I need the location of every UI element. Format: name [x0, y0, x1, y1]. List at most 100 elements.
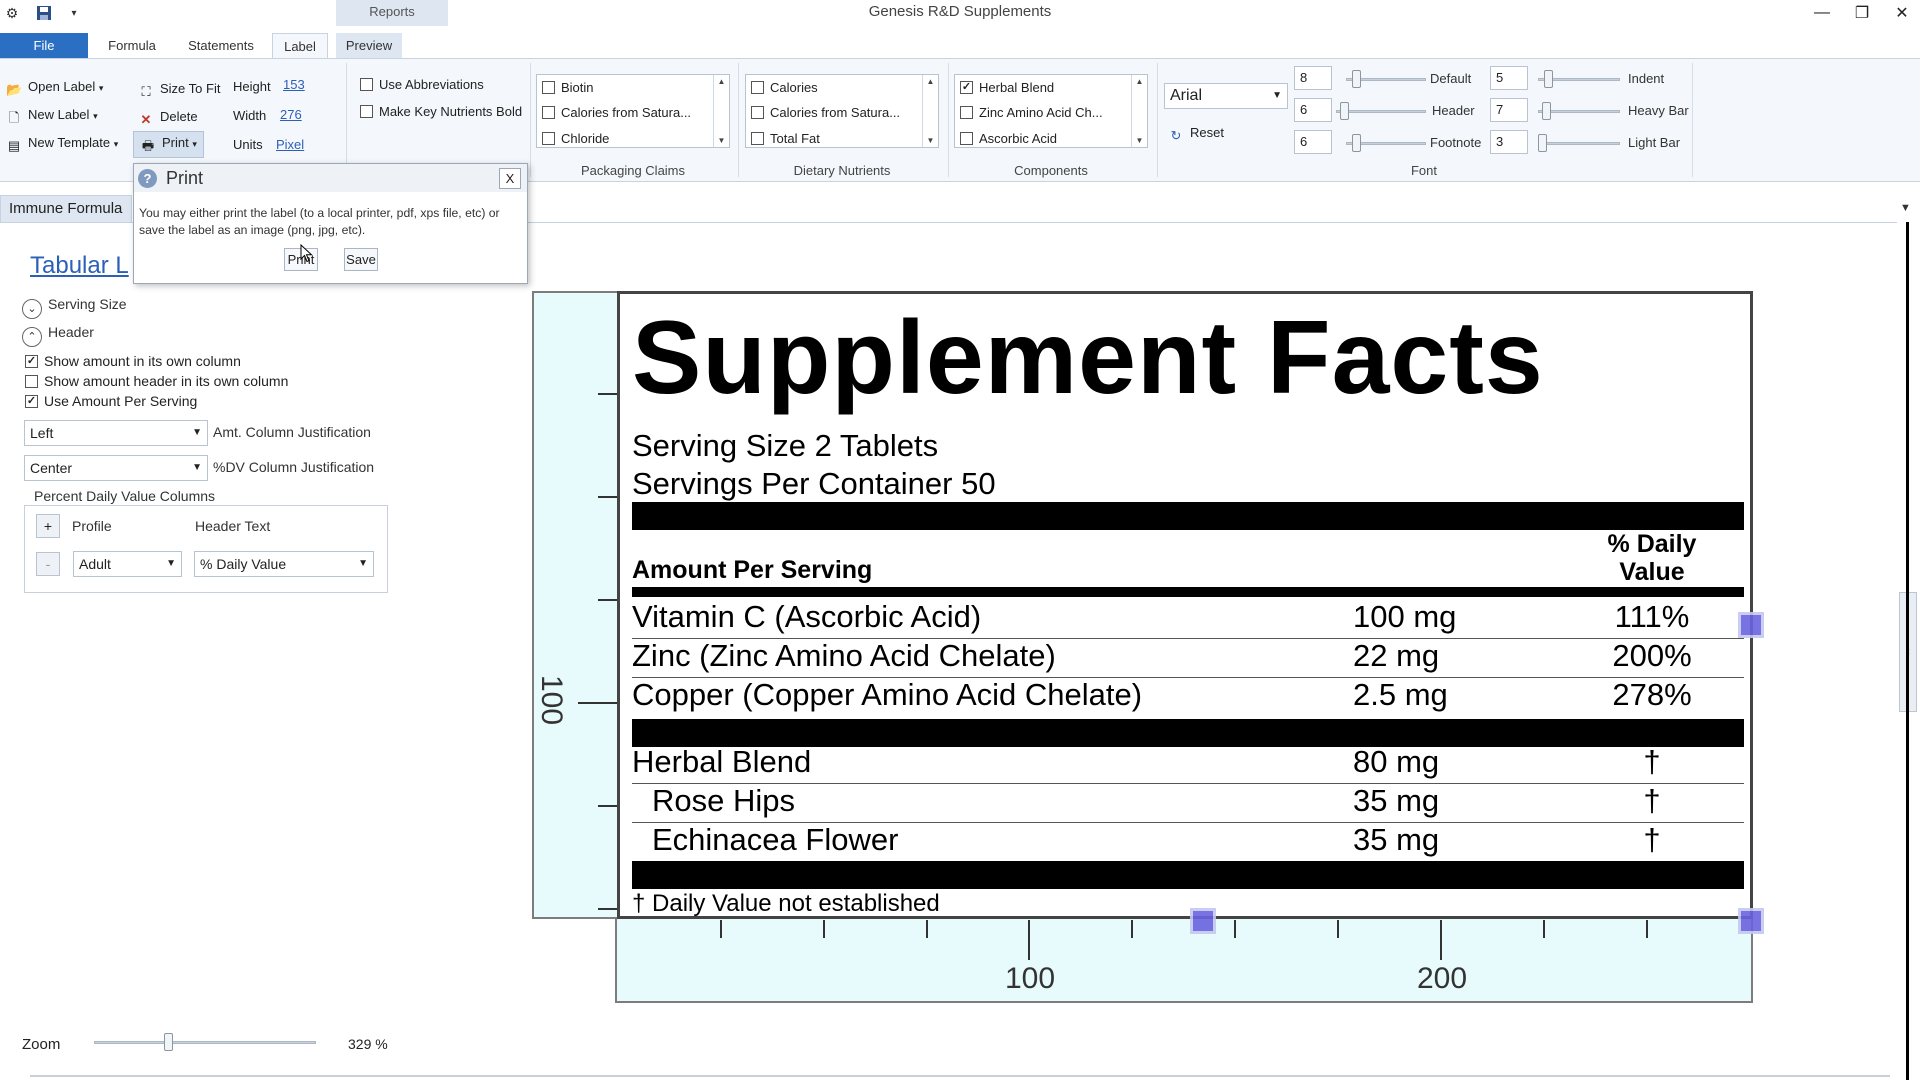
- header-size-input[interactable]: 6: [1294, 98, 1332, 122]
- amt-justification-select[interactable]: Left ▼: [24, 420, 208, 446]
- heavy-bar-slider[interactable]: [1538, 101, 1620, 121]
- profile-select[interactable]: Adult ▼: [73, 551, 182, 577]
- use-amount-per-serving-checkbox[interactable]: Use Amount Per Serving: [25, 393, 197, 409]
- heavy-bar-input[interactable]: 7: [1490, 98, 1528, 122]
- horizontal-ruler-label-200: 200: [1417, 962, 1468, 995]
- tab-preview[interactable]: Preview: [336, 33, 402, 59]
- panel-title[interactable]: Tabular L: [30, 252, 129, 280]
- list-scrollbar[interactable]: ▲ ▼: [713, 75, 729, 147]
- claim-item-calories-sat[interactable]: Calories from Satura...: [542, 105, 691, 120]
- dietary-nutrients-list[interactable]: Calories Calories from Satura... Total F…: [745, 74, 939, 148]
- nutrient-name: Copper (Copper Amino Acid Chelate): [632, 677, 1143, 712]
- dialog-save-button[interactable]: Save: [344, 248, 378, 271]
- scroll-up-icon[interactable]: ▲: [1136, 77, 1144, 86]
- minimize-icon[interactable]: —: [1802, 0, 1842, 26]
- width-label: Width: [233, 108, 267, 123]
- blend-row[interactable]: Rose Hips 35 mg †: [632, 783, 1744, 821]
- heavy-bar: [632, 502, 1744, 530]
- print-button[interactable]: 🖶 Print ▾: [133, 131, 204, 158]
- component-item-zinc[interactable]: Zinc Amino Acid Ch...: [960, 105, 1103, 120]
- show-amount-own-column-checkbox[interactable]: Show amount in its own column: [25, 353, 241, 369]
- supplement-facts-label[interactable]: Supplement Facts Serving Size 2 Tablets …: [617, 291, 1753, 919]
- component-item-ascorbic-acid[interactable]: Ascorbic Acid: [960, 131, 1057, 146]
- components-list[interactable]: Herbal Blend Zinc Amino Acid Ch... Ascor…: [954, 74, 1148, 148]
- zoom-slider[interactable]: [94, 1032, 316, 1052]
- print-dialog: ? Print X You may either print the label…: [133, 163, 528, 284]
- resize-handle-bottom[interactable]: [1190, 908, 1216, 934]
- use-abbreviations-checkbox[interactable]: Use Abbreviations: [360, 77, 484, 92]
- reset-button[interactable]: ↻ Reset: [1168, 125, 1224, 144]
- width-value-link[interactable]: 276: [280, 107, 302, 122]
- dialog-title: Print: [166, 168, 204, 188]
- font-family-select[interactable]: Arial ▼: [1164, 83, 1288, 109]
- tab-formula[interactable]: Formula: [96, 33, 168, 59]
- list-scrollbar[interactable]: ▲ ▼: [922, 75, 938, 147]
- scroll-down-icon[interactable]: ▼: [1136, 136, 1144, 145]
- nutrient-item-calories[interactable]: Calories: [751, 80, 818, 95]
- nutrient-item-total-fat[interactable]: Total Fat: [751, 131, 820, 146]
- nutrient-row[interactable]: Vitamin C (Ascorbic Acid) 100 mg 111%: [632, 599, 1744, 637]
- units-value-link[interactable]: Pixel: [276, 137, 304, 152]
- nutrient-item-calories-sat[interactable]: Calories from Satura...: [751, 105, 900, 120]
- dialog-close-button[interactable]: X: [499, 168, 521, 189]
- light-bar-label: Light Bar: [1628, 135, 1681, 150]
- header-size-slider[interactable]: [1336, 101, 1426, 121]
- group-separator: [1692, 63, 1693, 177]
- light-bar-slider[interactable]: [1538, 133, 1620, 153]
- footnote-size-input[interactable]: 6: [1294, 130, 1332, 154]
- nutrient-name: Vitamin C (Ascorbic Acid): [632, 599, 982, 634]
- delete-icon: ✕: [140, 112, 152, 127]
- remove-profile-button[interactable]: -: [36, 552, 60, 576]
- nutrient-row[interactable]: Copper (Copper Amino Acid Chelate) 2.5 m…: [632, 677, 1744, 715]
- header-text-select[interactable]: % Daily Value ▼: [194, 551, 374, 577]
- claim-item-biotin[interactable]: Biotin: [542, 80, 594, 95]
- add-profile-button[interactable]: +: [36, 514, 60, 538]
- document-tab-immune-formula[interactable]: Immune Formula: [0, 195, 132, 223]
- scroll-up-icon[interactable]: ▲: [718, 77, 726, 86]
- show-amount-header-own-column-checkbox[interactable]: Show amount header in its own column: [25, 373, 288, 389]
- new-label-button[interactable]: 🗋 New Label ▾: [6, 107, 98, 126]
- delete-button[interactable]: ✕ Delete: [138, 109, 198, 128]
- resize-handle-right[interactable]: [1738, 612, 1764, 638]
- scroll-up-icon[interactable]: ▲: [927, 77, 935, 86]
- serving-size-expander[interactable]: ⌄ Serving Size: [22, 296, 127, 319]
- default-size-input[interactable]: 8: [1294, 66, 1332, 90]
- nutrient-row[interactable]: Zinc (Zinc Amino Acid Chelate) 22 mg 200…: [632, 638, 1744, 676]
- components-group-label: Components: [1014, 163, 1088, 178]
- new-template-button[interactable]: ▤ New Template ▾: [6, 135, 118, 154]
- blend-row[interactable]: Echinacea Flower 35 mg †: [632, 822, 1744, 860]
- close-icon[interactable]: ✕: [1882, 0, 1920, 26]
- component-item-herbal-blend[interactable]: Herbal Blend: [960, 80, 1054, 95]
- dv-justification-select[interactable]: Center ▼: [24, 455, 208, 481]
- size-to-fit-button[interactable]: ⛶ Size To Fit: [138, 81, 220, 100]
- scroll-down-icon[interactable]: ▼: [718, 136, 726, 145]
- blend-row[interactable]: Herbal Blend 80 mg †: [632, 744, 1744, 782]
- dv-justification-label: %DV Column Justification: [213, 459, 375, 475]
- make-key-nutrients-bold-checkbox[interactable]: Make Key Nutrients Bold: [360, 104, 522, 119]
- units-label: Units: [233, 137, 263, 152]
- tab-label[interactable]: Label: [272, 33, 328, 59]
- list-scrollbar[interactable]: ▲ ▼: [1131, 75, 1147, 147]
- status-divider: [30, 1075, 1890, 1077]
- packaging-claims-list[interactable]: Biotin Calories from Satura... Chloride …: [536, 74, 730, 148]
- light-bar-input[interactable]: 3: [1490, 130, 1528, 154]
- header-expander[interactable]: ⌃ Header: [22, 324, 94, 347]
- nutrient-amount: 22 mg: [1353, 638, 1440, 673]
- indent-input[interactable]: 5: [1490, 66, 1528, 90]
- tab-statements[interactable]: Statements: [176, 33, 266, 59]
- restore-icon[interactable]: ❐: [1842, 0, 1882, 26]
- chevron-down-icon[interactable]: ▼: [1900, 202, 1911, 214]
- claim-item-chloride[interactable]: Chloride: [542, 131, 609, 146]
- scroll-down-icon[interactable]: ▼: [927, 136, 935, 145]
- default-size-slider[interactable]: [1346, 69, 1426, 89]
- footnote-size-slider[interactable]: [1346, 133, 1426, 153]
- tab-file[interactable]: File: [0, 33, 88, 59]
- dialog-title-bar[interactable]: ? Print X: [134, 164, 527, 192]
- open-label-button[interactable]: 📂 Open Label ▾: [6, 79, 103, 98]
- nutrient-dv: 111%: [1614, 599, 1690, 634]
- title-bar: ⚙ ▾ Reports Genesis R&D Supplements — ❐ …: [0, 0, 1920, 26]
- height-value-link[interactable]: 153: [283, 77, 305, 92]
- resize-handle-corner[interactable]: [1738, 908, 1764, 934]
- indent-slider[interactable]: [1538, 69, 1620, 89]
- blend-dv: †: [1643, 822, 1661, 857]
